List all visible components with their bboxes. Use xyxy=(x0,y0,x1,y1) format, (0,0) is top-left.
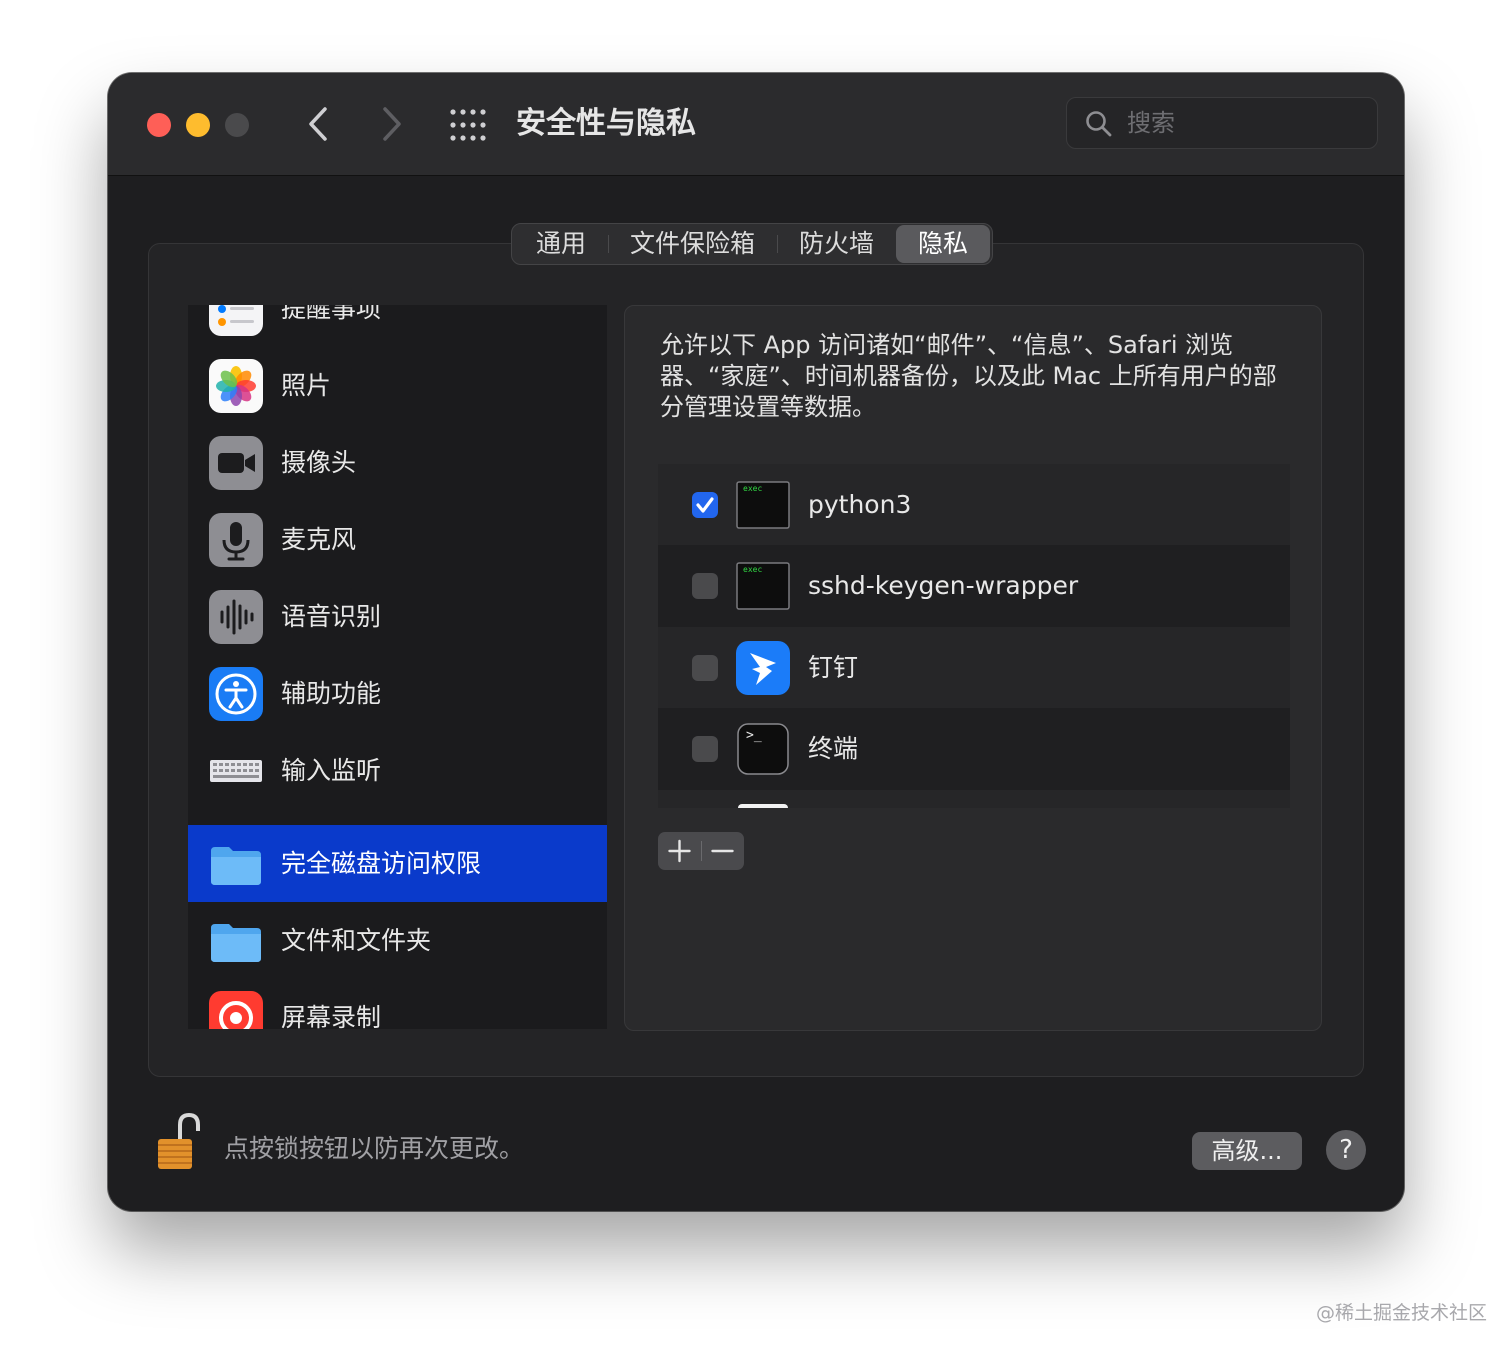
dingtalk-icon xyxy=(736,641,790,695)
permission-description: 允许以下 App 访问诸如“邮件”、“信息”、Safari 浏览器、“家庭”、时… xyxy=(660,331,1277,421)
sidebar-item-label: 屏幕录制 xyxy=(281,1003,382,1029)
forward-button[interactable] xyxy=(372,101,412,147)
sidebar-item-input-monitoring[interactable]: 输入监听 xyxy=(188,732,607,809)
microphone-icon xyxy=(209,513,263,567)
sidebar-item-screen-recording[interactable]: 屏幕录制 xyxy=(188,979,607,1029)
tab-privacy[interactable]: 隐私 xyxy=(896,225,991,263)
chevron-right-icon xyxy=(383,107,401,141)
tab-filevault[interactable]: 文件保险箱 xyxy=(608,225,777,263)
add-remove-buttons xyxy=(658,832,744,870)
sidebar-item-label: 辅助功能 xyxy=(281,679,382,708)
sidebar-item-speech-recognition[interactable]: 语音识别 xyxy=(188,578,607,655)
terminal-icon: >_ xyxy=(736,722,790,776)
titlebar: 安全性与隐私 搜索 xyxy=(108,73,1404,176)
app-row-terminal[interactable]: >_ 终端 xyxy=(658,708,1290,789)
app-name: sshd-keygen-wrapper xyxy=(808,571,1079,600)
lock-button[interactable] xyxy=(156,1111,206,1173)
terminal-prompt: >_ xyxy=(746,728,762,743)
app-checkbox[interactable] xyxy=(692,492,718,518)
permission-panel: 允许以下 App 访问诸如“邮件”、“信息”、Safari 浏览器、“家庭”、时… xyxy=(624,305,1322,1031)
app-list[interactable]: exec python3 exec sshd-keygen-wrapper 钉钉… xyxy=(658,464,1290,808)
app-name: 钉钉 xyxy=(808,653,859,682)
watermark: @稀土掘金技术社区 xyxy=(1316,1302,1488,1324)
exec-icon: exec xyxy=(736,559,790,613)
sidebar-item-accessibility[interactable]: 辅助功能 xyxy=(188,655,607,732)
tab-bar: 通用 文件保险箱 防火墙 隐私 xyxy=(511,223,994,265)
remove-app-button[interactable] xyxy=(701,832,744,870)
show-all-button[interactable] xyxy=(448,107,488,143)
sidebar-item-full-disk-access[interactable]: 完全磁盘访问权限 xyxy=(188,825,607,902)
unlocked-padlock-icon xyxy=(158,1112,200,1169)
sidebar-item-files-and-folders[interactable]: 文件和文件夹 xyxy=(188,902,607,979)
camera-icon xyxy=(209,436,263,490)
app-row-partial[interactable] xyxy=(658,790,1290,808)
app-name: 终端 xyxy=(808,734,859,763)
app-checkbox[interactable] xyxy=(692,655,718,681)
sidebar-item-label: 输入监听 xyxy=(281,756,382,785)
search-placeholder: 搜索 xyxy=(1127,109,1175,137)
sidebar-item-microphone[interactable]: 麦克风 xyxy=(188,501,607,578)
sidebar-item-label: 照片 xyxy=(281,371,332,400)
sidebar-item-photos[interactable]: 照片 xyxy=(188,347,607,424)
folder-icon xyxy=(209,914,263,968)
search-field[interactable]: 搜索 xyxy=(1066,97,1378,149)
tab-firewall[interactable]: 防火墙 xyxy=(777,225,896,263)
app-name: python3 xyxy=(808,490,912,519)
sidebar-item-camera[interactable]: 摄像头 xyxy=(188,424,607,501)
accessibility-icon xyxy=(209,667,263,721)
sidebar-item-label: 文件和文件夹 xyxy=(281,926,432,955)
app-row-sshd-keygen-wrapper[interactable]: exec sshd-keygen-wrapper xyxy=(658,545,1290,626)
app-checkbox[interactable] xyxy=(692,736,718,762)
preferences-window: 安全性与隐私 搜索 通用 文件保险箱 防火墙 隐私 提醒事项 照片 摄像头 麦克… xyxy=(108,73,1404,1211)
window-title: 安全性与隐私 xyxy=(516,106,696,141)
sidebar-item-reminders[interactable]: 提醒事项 xyxy=(188,305,607,347)
tab-general[interactable]: 通用 xyxy=(514,225,608,263)
sidebar-item-label: 麦克风 xyxy=(281,525,357,554)
exec-icon-label: exec xyxy=(743,565,763,574)
close-button[interactable] xyxy=(147,113,171,137)
sidebar-item-label: 语音识别 xyxy=(281,602,382,631)
minimize-button[interactable] xyxy=(186,113,210,137)
privacy-category-list[interactable]: 提醒事项 照片 摄像头 麦克风 语音识别 辅助功能 输入监听 完全磁盘访问权限 … xyxy=(188,305,607,1029)
app-row-dingtalk[interactable]: 钉钉 xyxy=(658,627,1290,708)
search-icon xyxy=(1086,111,1112,137)
app-row-python3[interactable]: exec python3 xyxy=(658,464,1290,545)
checkmark-icon xyxy=(696,497,714,513)
keyboard-icon xyxy=(209,744,263,798)
exec-icon: exec xyxy=(736,478,790,532)
plus-icon xyxy=(668,839,691,863)
chevron-left-icon xyxy=(309,107,327,141)
speech-recognition-icon xyxy=(209,590,263,644)
back-button[interactable] xyxy=(300,101,340,147)
app-checkbox[interactable] xyxy=(692,573,718,599)
sidebar-item-label: 完全磁盘访问权限 xyxy=(281,849,482,878)
zoom-button[interactable] xyxy=(225,113,249,137)
minus-icon xyxy=(711,849,734,853)
advanced-button[interactable]: 高级... xyxy=(1192,1132,1302,1170)
photos-icon xyxy=(209,359,263,413)
sidebar-item-label: 摄像头 xyxy=(281,448,357,477)
app-icon-partial xyxy=(738,804,788,808)
grid-icon xyxy=(450,109,486,141)
reminders-icon xyxy=(209,305,263,336)
help-button[interactable]: ? xyxy=(1326,1130,1366,1170)
add-app-button[interactable] xyxy=(658,832,701,870)
folder-icon xyxy=(209,837,263,891)
screen-recording-icon xyxy=(209,991,263,1029)
lock-hint: 点按锁按钮以防再次更改。 xyxy=(224,1134,525,1163)
sidebar-item-label: 提醒事项 xyxy=(281,305,382,323)
exec-icon-label: exec xyxy=(743,484,763,493)
